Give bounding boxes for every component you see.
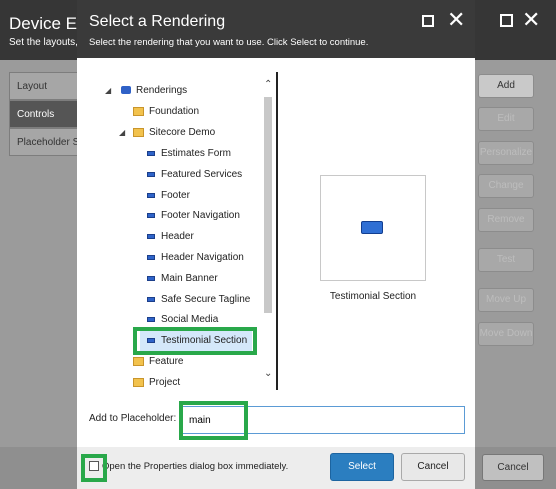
tree-item-label: Header: [161, 231, 194, 242]
rendering-icon: [147, 171, 155, 177]
tree-item-safe-secure-tagline[interactable]: Safe Secure Tagline: [147, 291, 250, 309]
tree-item-footer-navigation[interactable]: Footer Navigation: [147, 207, 240, 225]
tree-item-label: Foundation: [149, 106, 200, 117]
placeholder-label: Add to Placeholder:: [89, 413, 177, 424]
tab-controls[interactable]: Controls: [9, 100, 79, 128]
rendering-icon: [147, 212, 155, 218]
expand-arrow-icon[interactable]: ◢: [105, 82, 115, 100]
tree-item-foundation[interactable]: Foundation: [133, 103, 199, 121]
tab-placeholder-settings[interactable]: Placeholder S: [9, 128, 79, 156]
tree-item-label: Footer: [161, 190, 190, 201]
maximize-icon[interactable]: [422, 15, 434, 27]
close-icon[interactable]: ✕: [522, 9, 540, 31]
add-button[interactable]: Add: [478, 74, 534, 98]
select-button[interactable]: Select: [330, 453, 394, 481]
dialog-subtitle: Select the rendering that you want to us…: [89, 37, 369, 48]
folder-icon: [133, 127, 144, 137]
tree-item-label: Main Banner: [161, 273, 218, 284]
tree-scrollbar-thumb[interactable]: [264, 97, 272, 313]
rendering-icon: [147, 233, 155, 239]
tree-item-label: Estimates Form: [161, 148, 232, 159]
rendering-icon: [147, 316, 155, 322]
scroll-down-arrow-icon[interactable]: ⌄: [264, 369, 272, 379]
tree-item-label: Header Navigation: [161, 252, 244, 263]
tree-item-featured-services[interactable]: Featured Services: [147, 166, 242, 184]
tree-item-label: Project: [149, 377, 181, 388]
tree-item-label: Feature: [149, 356, 184, 367]
tab-layout[interactable]: Layout: [9, 72, 79, 100]
scroll-up-arrow-icon[interactable]: ⌃: [264, 80, 272, 90]
tree-item-estimates-form[interactable]: Estimates Form: [147, 145, 231, 163]
tree-item-social-media[interactable]: Social Media: [147, 311, 218, 329]
renderings-icon: [121, 86, 131, 95]
rendering-icon: [147, 275, 155, 281]
test-button[interactable]: Test: [478, 248, 534, 272]
open-properties-label: Open the Properties dialog box immediate…: [102, 461, 289, 472]
move-down-button[interactable]: Move Down: [478, 322, 534, 346]
select-rendering-dialog: Select a Rendering Select the rendering …: [77, 0, 475, 489]
folder-icon: [133, 377, 144, 387]
tree-item-label: Testimonial Section: [161, 335, 248, 346]
rendering-preview-label: Testimonial Section: [329, 291, 417, 302]
tree-item-feature[interactable]: Feature: [133, 353, 183, 371]
change-button[interactable]: Change: [478, 174, 534, 198]
tree-item-header-navigation[interactable]: Header Navigation: [147, 249, 244, 267]
tree-item-label: Renderings: [136, 85, 188, 96]
folder-icon: [133, 356, 144, 366]
tree-item-label: Sitecore Demo: [149, 127, 216, 138]
tree-item-label: Featured Services: [161, 169, 243, 180]
rendering-icon: [147, 150, 155, 156]
rendering-icon: [147, 337, 155, 343]
personalize-button[interactable]: Personalize: [478, 141, 534, 165]
tree-item-main-banner[interactable]: Main Banner: [147, 270, 218, 288]
cancel-button[interactable]: Cancel: [401, 453, 465, 481]
edit-button[interactable]: Edit: [478, 107, 534, 131]
maximize-icon[interactable]: [500, 14, 513, 27]
remove-button[interactable]: Remove: [478, 208, 534, 232]
dialog-title: Select a Rendering: [89, 13, 226, 30]
close-icon[interactable]: ✕: [447, 9, 465, 31]
rendering-icon: [147, 254, 155, 260]
expand-arrow-icon[interactable]: ◢: [119, 124, 129, 142]
move-up-button[interactable]: Move Up: [478, 288, 534, 312]
tree-item-label: Social Media: [161, 314, 219, 325]
device-editor-cancel-button[interactable]: Cancel: [482, 454, 544, 481]
tree-item-label: Safe Secure Tagline: [161, 294, 251, 305]
rendering-icon: [147, 296, 155, 302]
panel-divider: [276, 72, 278, 390]
open-properties-checkbox[interactable]: [89, 461, 99, 471]
tree-item-header[interactable]: Header: [147, 228, 194, 246]
placeholder-input[interactable]: [182, 406, 465, 434]
rendering-icon: [147, 192, 155, 198]
tree-item-label: Footer Navigation: [161, 210, 240, 221]
tree-item-project[interactable]: Project: [133, 374, 180, 392]
dialog-header: Select a Rendering Select the rendering …: [77, 0, 475, 58]
folder-icon: [133, 106, 144, 116]
rendering-preview-icon: [361, 221, 383, 234]
tree-item-footer[interactable]: Footer: [147, 187, 190, 205]
tree-item-testimonial-section[interactable]: Testimonial Section: [140, 331, 252, 351]
device-editor-subtitle: Set the layouts,: [9, 37, 78, 48]
